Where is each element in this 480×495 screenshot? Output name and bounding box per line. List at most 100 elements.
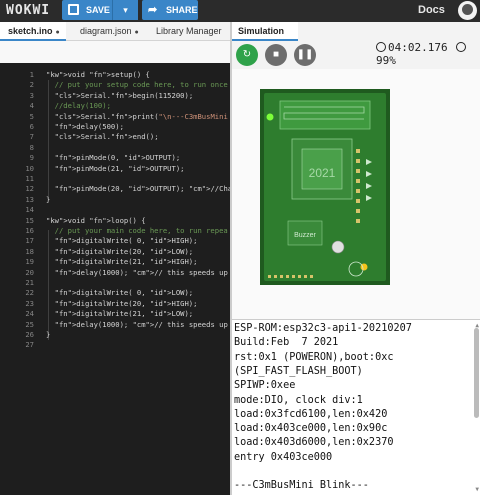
save-label: SAVE: [86, 5, 110, 15]
tab-library-manager[interactable]: Library Manager: [156, 22, 232, 41]
serial-scrollbar[interactable]: [474, 328, 479, 418]
code-text: "fn">digitalWrite( 0, "id">LOW);: [54, 288, 194, 298]
tab-label: Library Manager: [156, 26, 222, 36]
code-line[interactable]: 18 "fn">digitalWrite(20, "id">LOW);: [0, 247, 232, 257]
line-number: 3: [29, 90, 34, 100]
serial-line: ---C3mBusMini Blink---: [234, 480, 369, 492]
code-line[interactable]: 22 "fn">digitalWrite( 0, "id">LOW);: [0, 288, 232, 298]
code-line[interactable]: 26}: [0, 330, 232, 340]
editor-toolbar: [0, 41, 232, 63]
serial-line: load:0x3fcd6100,len:0x420: [234, 408, 388, 420]
simulation-controls: ↻ ■ ❚❚ 04:02.176 99%: [232, 41, 480, 69]
docs-link[interactable]: Docs: [418, 4, 445, 16]
code-line[interactable]: 14: [0, 205, 232, 215]
reset-button[interactable]: [331, 240, 345, 254]
serial-line: load:0x403d6000,len:0x2370: [234, 437, 394, 449]
line-number: 16: [25, 226, 34, 235]
line-number: 24: [25, 309, 34, 319]
line-number: 1: [29, 70, 34, 79]
chevron-down-icon: ▾: [123, 5, 128, 15]
save-dropdown-button[interactable]: ▾: [112, 0, 138, 20]
code-line[interactable]: 10 "fn">pinMode(21, "id">OUTPUT);: [0, 164, 232, 174]
code-line[interactable]: 5 "cls">Serial."fn">print("\n---C3mBusMi…: [0, 112, 232, 122]
code-line[interactable]: 8: [0, 143, 232, 153]
save-icon: [68, 4, 79, 15]
serial-line: entry 0x403ce000: [234, 451, 333, 463]
tab-menu-icon[interactable]: ●: [135, 29, 139, 36]
cpu-value: 99%: [376, 54, 396, 67]
esp32c3-board[interactable]: 2021 Buzzer: [260, 89, 390, 285]
serial-monitor[interactable]: ESP-ROM:esp32c3-api1-20210207 Build:Feb 7…: [232, 319, 480, 495]
line-number: 5: [29, 111, 34, 121]
code-text: "fn">delay(500);: [54, 122, 124, 131]
tab-menu-icon[interactable]: ●: [56, 29, 60, 36]
code-text: "fn">digitalWrite(20, "id">LOW);: [54, 246, 194, 256]
line-number: 22: [25, 288, 34, 298]
line-number: 21: [25, 278, 34, 287]
code-line[interactable]: 25 "fn">delay(1000); "cm">// this speeds…: [0, 320, 232, 330]
serial-line: rst:0x1 (POWERON),boot:0xc: [234, 351, 394, 363]
code-text: "cls">Serial."fn">begin(115200);: [54, 90, 194, 100]
code-text: "kw">void "fn">loop() {: [46, 215, 146, 225]
wokwi-app: WOKWI SAVE ▾ ➦ SHARE Docs sketch.ino ● di…: [0, 0, 480, 495]
code-line[interactable]: 27: [0, 340, 232, 350]
code-line[interactable]: 4 //delay(100);: [0, 101, 232, 111]
code-text: }: [46, 194, 51, 204]
code-line[interactable]: 9 "fn">pinMode(0, "id">OUTPUT);: [0, 153, 232, 163]
code-editor[interactable]: 1 "kw">void "fn">setup() {2 // put your s…: [0, 66, 232, 495]
code-line[interactable]: 7 "cls">Serial."fn">end();: [0, 132, 232, 142]
code-line[interactable]: 20 "fn">delay(1000); "cm">// this speeds…: [0, 268, 232, 278]
wokwi-logo[interactable]: WOKWI: [6, 3, 50, 18]
share-button[interactable]: ➦ SHARE: [142, 0, 198, 20]
line-number: 7: [29, 132, 34, 142]
top-bar: WOKWI SAVE ▾ ➦ SHARE Docs: [0, 0, 480, 22]
code-line[interactable]: 23 "fn">digitalWrite(20, "id">HIGH);: [0, 299, 232, 309]
simulation-tabs: Simulation: [232, 22, 480, 41]
code-text: "fn">delay(1000); "cm">// this speeds up…: [54, 267, 228, 277]
stop-button[interactable]: ■: [265, 44, 287, 66]
line-number: 12: [25, 184, 34, 194]
tab-label: sketch.ino: [8, 26, 53, 36]
code-text: // put your setup code here, to run once: [46, 80, 228, 90]
tab-sketch-ino[interactable]: sketch.ino ●: [0, 22, 66, 41]
scroll-down-icon[interactable]: ▼: [475, 486, 479, 493]
code-text: "fn">digitalWrite(20, "id">HIGH);: [54, 298, 198, 308]
tab-simulation[interactable]: Simulation: [232, 22, 298, 41]
code-line[interactable]: 1 "kw">void "fn">setup() {: [0, 70, 232, 80]
line-number: 9: [29, 153, 34, 163]
share-label: SHARE: [166, 5, 198, 15]
serial-line: mode:DIO, clock div:1: [234, 394, 363, 406]
board-year-label: 2021: [309, 166, 336, 180]
line-number: 23: [25, 298, 34, 308]
code-line[interactable]: 24 "fn">digitalWrite(21, "id">LOW);: [0, 309, 232, 319]
pause-button[interactable]: ❚❚: [294, 44, 316, 66]
code-line[interactable]: 12 "fn">pinMode(20, "id">OUTPUT); "cm">/…: [0, 184, 232, 194]
code-line[interactable]: 15 "kw">void "fn">loop() {: [0, 216, 232, 226]
simulation-canvas[interactable]: 2021 Buzzer: [232, 69, 480, 319]
line-number: 27: [25, 340, 34, 350]
line-number: 4: [29, 101, 34, 111]
restart-icon: ↻: [242, 49, 252, 60]
code-line[interactable]: 2 // put your setup code here, to run on…: [0, 80, 232, 90]
restart-button[interactable]: ↻: [236, 44, 258, 66]
code-line[interactable]: 16 // put your main code here, to run re…: [0, 226, 232, 236]
antenna-area: [279, 100, 371, 130]
code-text: "fn">delay(1000); "cm">// this speeds up…: [54, 319, 228, 329]
code-line[interactable]: 3 "cls">Serial."fn">begin(115200);: [0, 91, 232, 101]
code-line[interactable]: 13}: [0, 195, 232, 205]
timer-value: 04:02.176: [388, 41, 448, 54]
code-text: "cls">Serial."fn">end();: [54, 132, 159, 142]
line-number: 13: [25, 194, 34, 204]
speed-icon: [456, 42, 467, 52]
editor-tabs: sketch.ino ● diagram.json ● Library Manage…: [0, 22, 232, 41]
code-line[interactable]: 11: [0, 174, 232, 184]
code-line[interactable]: 17 "fn">digitalWrite( 0, "id">HIGH);: [0, 236, 232, 246]
tab-diagram-json[interactable]: diagram.json ●: [70, 22, 148, 41]
code-text: "fn">pinMode(0, "id">OUTPUT);: [54, 153, 181, 163]
serial-line: ESP-ROM:esp32c3-api1-20210207: [234, 323, 412, 334]
serial-line: SPIWP:0xee: [234, 380, 296, 392]
code-line[interactable]: 6 "fn">delay(500);: [0, 122, 232, 132]
code-line[interactable]: 21: [0, 278, 232, 288]
code-line[interactable]: 19 "fn">digitalWrite(21, "id">HIGH);: [0, 257, 232, 267]
avatar[interactable]: [458, 1, 477, 20]
